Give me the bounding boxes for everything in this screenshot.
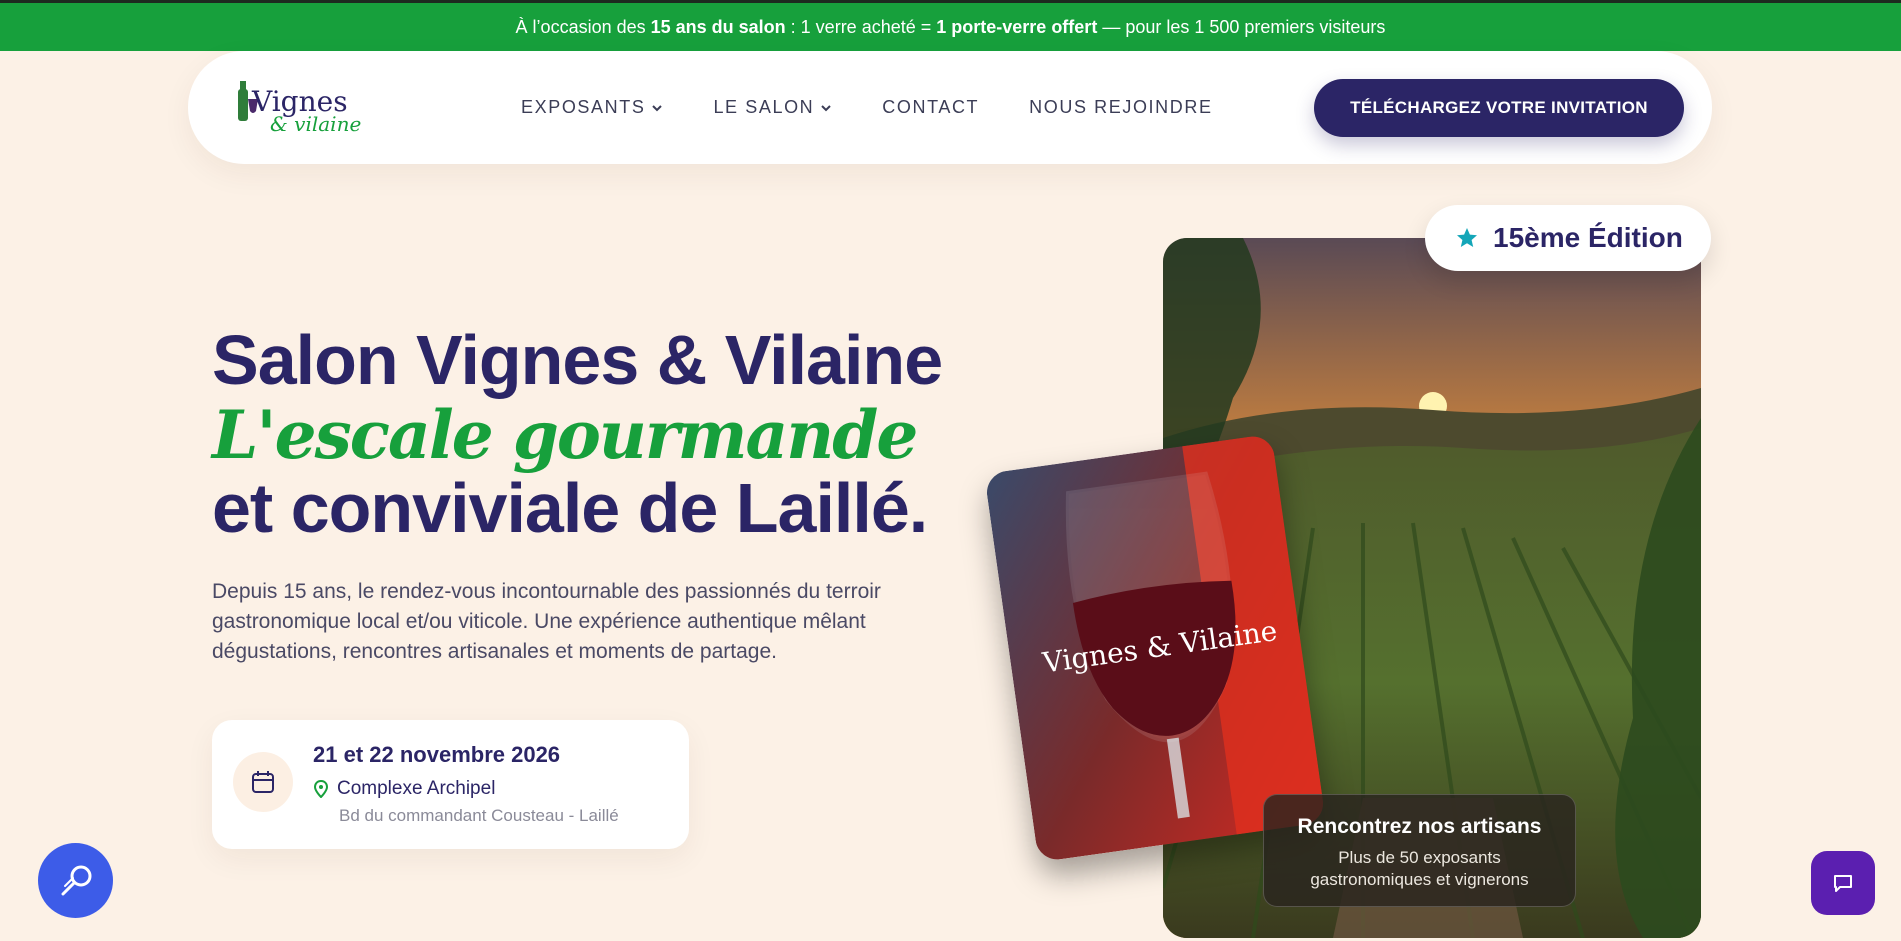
hero-title-line-3: et conviviale de Laillé. (212, 469, 928, 547)
main-header: Vignes & vilaine EXPOSANTS LE SALON CONT… (188, 51, 1712, 164)
hero-description: Depuis 15 ans, le rendez-vous incontourn… (212, 580, 881, 663)
nav-item-contact[interactable]: CONTACT (882, 97, 979, 118)
hero-title: Salon Vignes & Vilaine L'escale gourmand… (212, 322, 1012, 546)
artisans-subtitle-line-2: gastronomiques et vignerons (1310, 870, 1529, 889)
event-place: Complexe Archipel (313, 778, 495, 800)
location-pin-icon (313, 780, 329, 798)
star-icon (1457, 228, 1477, 247)
nav-label-le-salon: LE SALON (713, 97, 815, 117)
nav-label-exposants: EXPOSANTS (521, 97, 646, 117)
download-invitation-button[interactable]: TÉLÉCHARGEZ VOTRE INVITATION (1314, 79, 1684, 137)
nav-item-nous-rejoindre[interactable]: NOUS REJOINDRE (1029, 97, 1212, 118)
site-logo[interactable]: Vignes & vilaine (236, 77, 376, 139)
event-date: 21 et 22 novembre 2026 (313, 742, 561, 767)
event-place-name: Complexe Archipel (337, 778, 496, 799)
calendar-icon (233, 752, 293, 812)
banner-suffix: — pour les 1 500 premiers visiteurs (1097, 16, 1386, 37)
svg-text:& vilaine: & vilaine (270, 112, 361, 136)
event-address: Bd du commandant Cousteau - Laillé (339, 806, 619, 825)
artisans-card: Rencontrez nos artisans Plus de 50 expos… (1263, 794, 1576, 907)
chat-icon (1834, 875, 1852, 892)
chat-button[interactable] (1811, 851, 1875, 915)
artisans-title: Rencontrez nos artisans (1297, 815, 1542, 838)
accessibility-button[interactable] (38, 843, 113, 918)
event-info-card: 21 et 22 novembre 2026 Complexe Archipel… (212, 720, 689, 849)
nav-item-exposants[interactable]: EXPOSANTS (521, 97, 663, 118)
nav-label-nous-rejoindre: NOUS REJOINDRE (1029, 97, 1213, 117)
hero-title-line-1: Salon Vignes & Vilaine (212, 321, 943, 399)
banner-middle: : 1 verre acheté = (785, 16, 937, 37)
edition-badge: 15ème Édition (1425, 205, 1711, 271)
artisans-subtitle-line-1: Plus de 50 exposants (1338, 848, 1501, 867)
accessibility-icon (61, 865, 91, 895)
primary-navigation: EXPOSANTS LE SALON CONTACT NOUS REJOINDR… (521, 51, 1213, 164)
banner-highlight-offer: 1 porte-verre offert (936, 16, 1098, 37)
hero-title-line-2: L'escale gourmande (212, 396, 918, 474)
nav-item-le-salon[interactable]: LE SALON (713, 97, 832, 118)
banner-highlight-anniversary: 15 ans du salon (650, 16, 786, 37)
chevron-down-icon (821, 104, 831, 111)
promo-banner: À l’occasion des 15 ans du salon : 1 ver… (0, 3, 1901, 51)
edition-label: 15ème Édition (1493, 222, 1683, 253)
banner-prefix: À l’occasion des (515, 16, 651, 37)
nav-label-contact: CONTACT (882, 97, 980, 117)
artisans-subtitle: Plus de 50 exposants gastronomiques et v… (1264, 847, 1575, 891)
chevron-down-icon (652, 104, 663, 111)
